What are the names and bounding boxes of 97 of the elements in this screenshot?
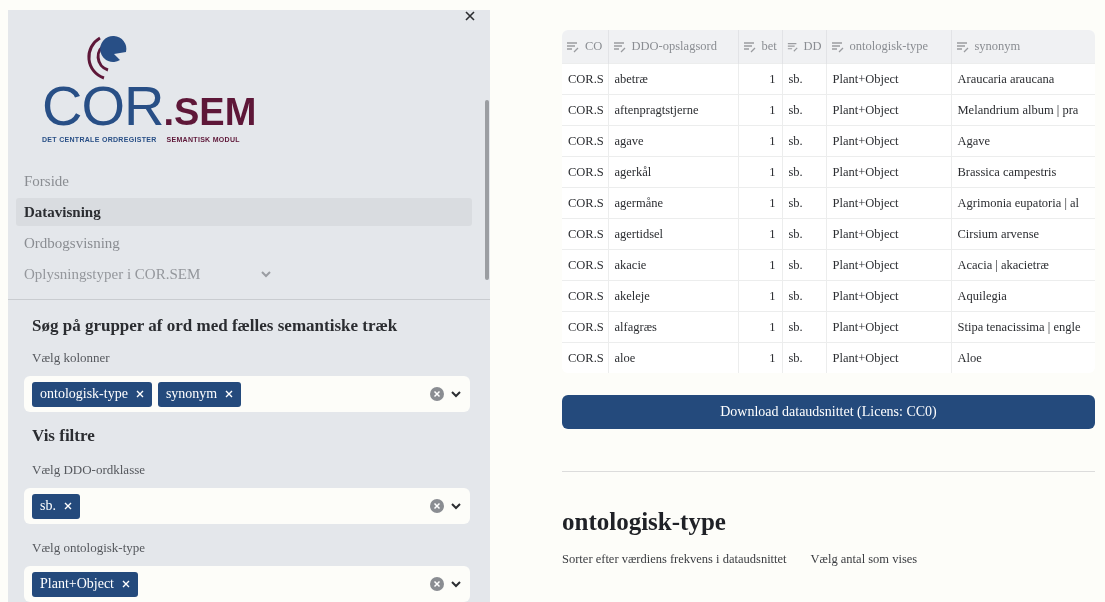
remove-icon[interactable] xyxy=(63,502,72,510)
table-cell: agerkål xyxy=(608,156,738,188)
chevron-down-icon[interactable] xyxy=(450,390,462,398)
table-cell: Plant+Object xyxy=(826,311,951,343)
logo-text: COR xyxy=(42,78,164,134)
field-label: Vælg ontologisk-type xyxy=(32,540,147,556)
table-cell: COR.S xyxy=(562,280,608,312)
sort-label: Sorter efter værdiens frekvens i dataudsnittet xyxy=(562,552,787,567)
table-cell: Aquilegia xyxy=(951,280,1095,312)
table-cell: Plant+Object xyxy=(826,187,951,219)
table-cell: sb. xyxy=(782,249,826,281)
table-cell: agertidsel xyxy=(608,218,738,250)
edit-column-icon[interactable] xyxy=(612,40,627,53)
table-cell: COR.S xyxy=(562,218,608,250)
table-cell: aftenpragtstjerne xyxy=(608,94,738,126)
table-cell: akacie xyxy=(608,249,738,281)
scrollbar[interactable] xyxy=(485,100,489,280)
table-cell: sb. xyxy=(782,125,826,157)
count-label: Vælg antal som vises xyxy=(810,552,918,567)
table-cell: Plant+Object xyxy=(826,63,951,95)
table-cell: COR.S xyxy=(562,311,608,343)
table-cell: 1 xyxy=(738,280,782,312)
table-cell: Plant+Object xyxy=(826,94,951,126)
table-cell: COR.S xyxy=(562,94,608,126)
table-cell: sb. xyxy=(782,342,826,373)
download-button[interactable]: Download dataudsnittet (Licens: CC0) xyxy=(562,395,1095,429)
logo-text: .SEM xyxy=(163,93,257,131)
table-cell: sb. xyxy=(782,63,826,95)
table-cell: 1 xyxy=(738,63,782,95)
table-cell: Plant+Object xyxy=(826,125,951,157)
table-cell: COR.S xyxy=(562,125,608,157)
table-cell: 1 xyxy=(738,94,782,126)
table-cell: Aloe xyxy=(951,342,1095,373)
table-cell: Acacia | akacietræ xyxy=(951,249,1095,281)
table-cell: Agrimonia eupatoria | al xyxy=(951,187,1095,219)
table-cell: Brassica campestris xyxy=(951,156,1095,188)
remove-icon[interactable] xyxy=(225,390,234,398)
table-cell: agermåne xyxy=(608,187,738,219)
close-icon[interactable] xyxy=(464,10,476,22)
table-cell: COR.S xyxy=(562,156,608,188)
table-cell: 1 xyxy=(738,156,782,188)
edit-column-icon[interactable] xyxy=(742,40,757,53)
table-cell: sb. xyxy=(782,187,826,219)
table-cell: 1 xyxy=(738,249,782,281)
table-cell: sb. xyxy=(782,94,826,126)
table-cell: Plant+Object xyxy=(826,218,951,250)
table-cell: Plant+Object xyxy=(826,156,951,188)
nav-item[interactable]: Datavisning xyxy=(16,198,472,226)
table-cell: sb. xyxy=(782,311,826,343)
table-cell: agave xyxy=(608,125,738,157)
table-cell: Plant+Object xyxy=(826,342,951,373)
table-cell: abetræ xyxy=(608,63,738,95)
table-cell: 1 xyxy=(738,311,782,343)
remove-icon[interactable] xyxy=(122,580,130,588)
section-heading: ontologisk-type xyxy=(562,508,727,536)
edit-column-icon[interactable] xyxy=(830,40,845,53)
clear-icon[interactable] xyxy=(430,387,444,401)
table-cell: Araucaria araucana xyxy=(951,63,1095,95)
clear-icon[interactable] xyxy=(430,499,444,513)
field-label: Vælg kolonner xyxy=(32,350,111,366)
table-cell: Cirsium arvense xyxy=(951,218,1095,250)
table-cell: sb. xyxy=(782,156,826,188)
chevron-down-icon[interactable] xyxy=(450,580,462,588)
table-cell: Melandrium album | pra xyxy=(951,94,1095,126)
table-cell: sb. xyxy=(782,218,826,250)
edit-column-icon[interactable] xyxy=(786,40,799,53)
table-cell: sb. xyxy=(782,280,826,312)
table-cell: Stipa tenacissima | engle xyxy=(951,311,1095,343)
table-cell: alfagræs xyxy=(608,311,738,343)
table-cell: Plant+Object xyxy=(826,280,951,312)
clear-icon[interactable] xyxy=(430,577,444,591)
remove-icon[interactable] xyxy=(135,390,144,398)
table-cell: COR.S xyxy=(562,187,608,219)
table-cell: 1 xyxy=(738,218,782,250)
multiselect-field[interactable]: Plant+Object xyxy=(24,566,470,602)
table-cell: akeleje xyxy=(608,280,738,312)
edit-column-icon[interactable] xyxy=(955,40,970,53)
table-cell: COR.S xyxy=(562,342,608,373)
table-cell: 1 xyxy=(738,125,782,157)
multiselect-field[interactable]: ontologisk-type synonym xyxy=(24,376,470,412)
multiselect-field[interactable]: sb. xyxy=(24,488,470,524)
table-cell: COR.S xyxy=(562,63,608,95)
chevron-down-icon[interactable] xyxy=(450,502,462,510)
filter-heading: Søg på grupper af ord med fælles semantiske træk xyxy=(32,316,399,336)
table-cell: Plant+Object xyxy=(826,249,951,281)
table-cell: 1 xyxy=(738,342,782,373)
selected-tag[interactable]: Plant+Object xyxy=(32,571,138,597)
selected-tag[interactable]: synonym xyxy=(157,381,242,407)
field-label: Vælg DDO-ordklasse xyxy=(32,462,146,478)
table-cell: COR.S xyxy=(562,249,608,281)
selected-tag[interactable]: sb. xyxy=(32,493,80,519)
table-cell: 1 xyxy=(738,187,782,219)
selected-tag[interactable]: ontologisk-type xyxy=(32,381,152,407)
table-cell: Agave xyxy=(951,125,1095,157)
filter-subheading: Vis filtre xyxy=(32,426,96,446)
table-cell: aloe xyxy=(608,342,738,373)
edit-column-icon[interactable] xyxy=(566,40,580,53)
